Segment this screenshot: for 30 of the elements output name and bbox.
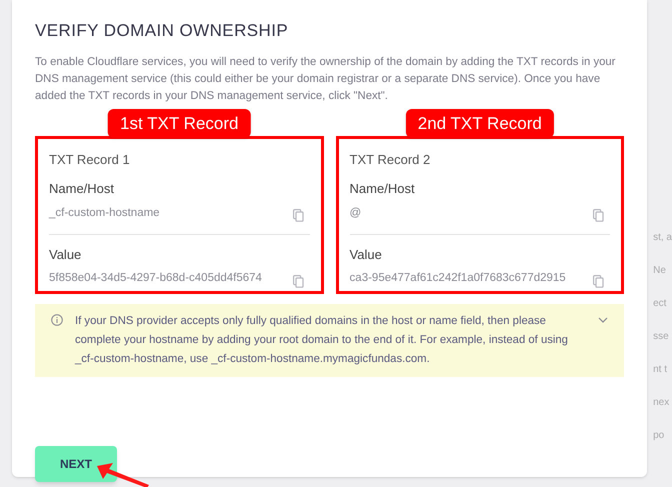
background-text: Ne [653, 264, 667, 278]
copy-icon[interactable] [292, 208, 304, 222]
background-text: st, a [653, 231, 672, 245]
field-value: ca3-95e477af61c242f1a0f7683c677d2915 [350, 271, 566, 286]
background-text: po [653, 429, 666, 443]
info-icon [51, 314, 63, 326]
record-heading: TXT Record 2 [350, 150, 432, 168]
copy-icon[interactable] [593, 208, 604, 222]
annotation-label: 2nd TXT Record [406, 108, 554, 138]
background-text: nex [653, 396, 670, 410]
field-value: _cf-custom-hostname [49, 206, 160, 220]
field-label: Name/Host [49, 180, 116, 198]
background-text: sse [653, 330, 670, 344]
note-text: If your DNS provider accepts only fully qualified domains in the host or name field, then please complete your hostname by adding your root domain to the end of it. For example, instead of using _cf-custom-hostname, use _cf-custom-hostname.mymagicfundas.com. [75, 314, 569, 366]
next-button[interactable]: NEXT [35, 446, 117, 482]
field-label: Name/Host [350, 180, 415, 198]
chevron-icon[interactable] [598, 316, 608, 322]
background-text: nt t [653, 363, 668, 377]
record-heading: TXT Record 1 [49, 150, 131, 168]
background-text: ect [653, 297, 668, 311]
arrow-annotation [95, 462, 151, 487]
intro-paragraph: To enable Cloudflare services, you will need to verify the ownership of the domain by adding the TXT records in your DNS management service (this could either be your domain registrar or a separate DNS service). Once you have added the TXT records in your DNS management service, click "Next". [35, 54, 616, 104]
field-label: Value [350, 246, 383, 264]
field-value: 5f858e04-34d5-4297-b68d-c405dd4f5674 [49, 271, 262, 286]
annotation-label: 1st TXT Record [108, 108, 250, 138]
field-value: @ [350, 206, 362, 220]
field-label: Value [49, 246, 82, 264]
copy-icon[interactable] [593, 274, 604, 288]
dialog-title: VERIFY DOMAIN OWNERSHIP [35, 20, 290, 42]
copy-icon[interactable] [292, 274, 304, 288]
